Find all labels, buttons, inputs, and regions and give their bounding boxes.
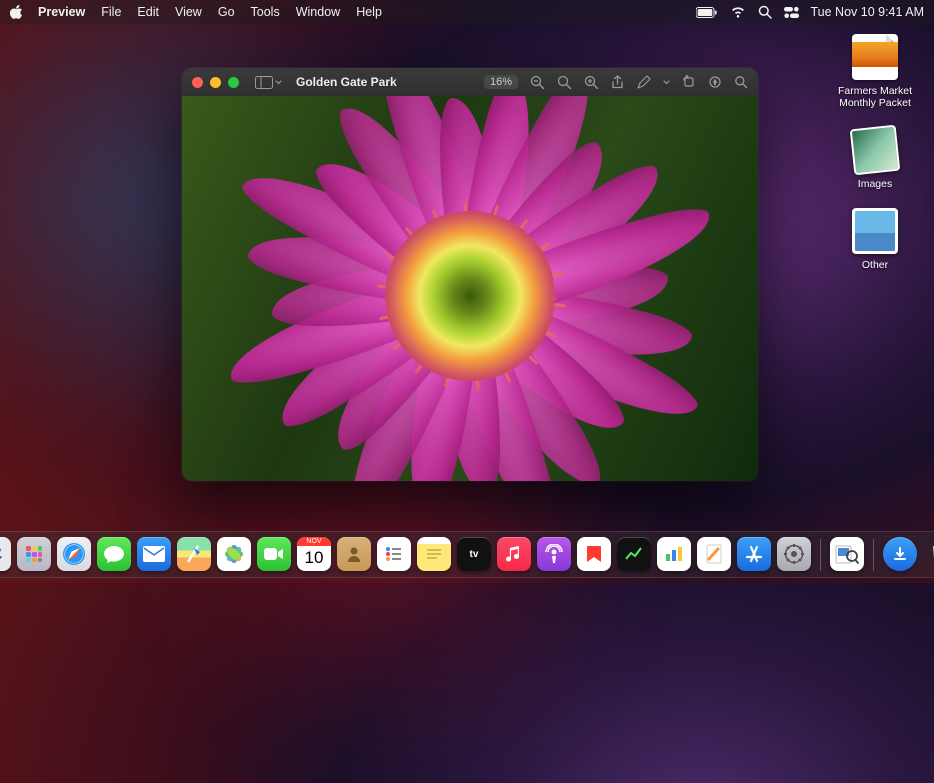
chevron-down-icon [275, 80, 282, 85]
desktop-icon-label: Farmers Market Monthly Packet [830, 85, 920, 109]
photo-icon [852, 208, 898, 254]
markup-menu-button[interactable] [663, 80, 670, 85]
dock-separator [873, 539, 874, 571]
tv-label: tv [470, 549, 479, 560]
control-center-icon[interactable] [784, 6, 799, 19]
image-flower [182, 96, 758, 481]
dock-app-appstore[interactable] [737, 537, 771, 571]
dock-app-safari[interactable] [57, 537, 91, 571]
dock-separator [820, 539, 821, 571]
dock-app-preview[interactable] [830, 537, 864, 571]
dock-app-notes[interactable] [417, 537, 451, 571]
close-button[interactable] [192, 77, 203, 88]
zoom-percent[interactable]: 16% [484, 75, 518, 89]
dock-app-facetime[interactable] [257, 537, 291, 571]
chevron-down-icon [663, 80, 670, 85]
zoom-button[interactable] [228, 77, 239, 88]
dock-app-music[interactable] [497, 537, 531, 571]
zoom-out-button[interactable] [530, 75, 545, 90]
zoom-actual-button[interactable] [557, 75, 572, 90]
window-traffic-lights [192, 77, 239, 88]
window-titlebar[interactable]: Golden Gate Park 16% [182, 68, 758, 96]
dock-downloads[interactable] [883, 537, 917, 571]
dock-app-podcasts[interactable] [537, 537, 571, 571]
window-content[interactable] [182, 96, 758, 481]
dock-app-news[interactable] [577, 537, 611, 571]
dock-app-mail[interactable] [137, 537, 171, 571]
menu-app-name[interactable]: Preview [30, 5, 93, 19]
preview-window[interactable]: Golden Gate Park 16% [182, 68, 758, 481]
dock-app-numbers[interactable] [657, 537, 691, 571]
wifi-icon[interactable] [730, 7, 746, 18]
dock-app-calendar[interactable]: NOV 10 [297, 537, 331, 571]
search-button[interactable] [734, 75, 748, 89]
dock-app-finder[interactable] [0, 537, 11, 571]
highlight-button[interactable] [708, 75, 722, 89]
dock-app-launchpad[interactable] [17, 537, 51, 571]
markup-button[interactable] [636, 75, 651, 90]
calendar-month: NOV [297, 537, 331, 546]
menu-help[interactable]: Help [348, 5, 390, 19]
dock-app-contacts[interactable] [337, 537, 371, 571]
spotlight-icon[interactable] [758, 5, 772, 19]
document-icon [852, 34, 898, 80]
zoom-in-button[interactable] [584, 75, 599, 90]
dock-app-pages[interactable] [697, 537, 731, 571]
rotate-button[interactable] [682, 75, 696, 89]
menubar: Preview File Edit View Go Tools Window H… [0, 0, 934, 24]
window-title: Golden Gate Park [296, 75, 397, 89]
desktop-icons: Farmers Market Monthly Packet Images Oth… [830, 34, 920, 289]
dock-app-reminders[interactable] [377, 537, 411, 571]
desktop-icon-farmers-packet[interactable]: Farmers Market Monthly Packet [830, 34, 920, 109]
dock-trash[interactable] [923, 537, 934, 571]
dock-app-tv[interactable]: tv [457, 537, 491, 571]
desktop-icon-label: Other [862, 259, 888, 271]
menu-view[interactable]: View [167, 5, 210, 19]
menu-tools[interactable]: Tools [243, 5, 288, 19]
dock-app-messages[interactable] [97, 537, 131, 571]
menu-edit[interactable]: Edit [129, 5, 167, 19]
menubar-datetime[interactable]: Tue Nov 10 9:41 AM [811, 5, 925, 19]
desktop-icon-label: Images [858, 178, 892, 190]
desktop-icon-other[interactable]: Other [830, 208, 920, 271]
menu-file[interactable]: File [93, 5, 129, 19]
battery-icon[interactable] [696, 7, 718, 18]
menu-go[interactable]: Go [210, 5, 243, 19]
desktop-icon-images[interactable]: Images [830, 127, 920, 190]
photo-stack-icon [850, 125, 901, 176]
dock-app-stocks[interactable] [617, 537, 651, 571]
apple-menu[interactable] [8, 5, 24, 19]
minimize-button[interactable] [210, 77, 221, 88]
share-button[interactable] [611, 75, 624, 90]
dock-app-maps[interactable] [177, 537, 211, 571]
calendar-day: 10 [305, 548, 324, 568]
sidebar-toggle-button[interactable] [255, 76, 282, 89]
dock-app-photos[interactable] [217, 537, 251, 571]
dock-app-settings[interactable] [777, 537, 811, 571]
menu-window[interactable]: Window [288, 5, 348, 19]
dock: NOV 10 tv [0, 531, 934, 578]
